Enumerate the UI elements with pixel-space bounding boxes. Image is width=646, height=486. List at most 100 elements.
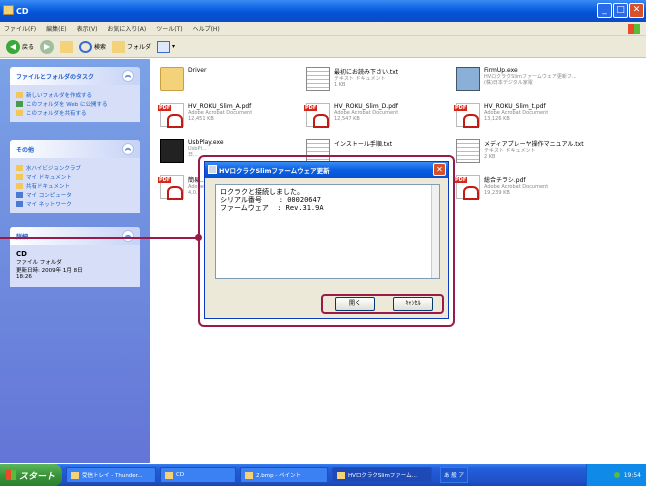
- task-new-folder[interactable]: 新しいフォルダを作成する: [16, 90, 134, 99]
- file-item[interactable]: Driver: [160, 67, 310, 91]
- message-line: シリアル番号 : 00020647: [220, 196, 321, 204]
- web-publish-icon: [16, 100, 23, 107]
- taskbar-item[interactable]: 受信トレイ - Thunder...: [66, 467, 156, 483]
- text-file-icon: [456, 139, 480, 163]
- taskbar: スタート 受信トレイ - Thunder... CD 2.bmp - ペイント …: [0, 464, 646, 486]
- open-button[interactable]: 開く: [335, 297, 375, 311]
- app-icon: [208, 165, 217, 174]
- tray-status-icon[interactable]: [613, 472, 620, 478]
- share-folder-icon: [16, 109, 23, 116]
- pdf-icon: [158, 175, 184, 200]
- windows-flag-icon: [6, 470, 16, 480]
- maximize-button[interactable]: □: [613, 3, 628, 18]
- pointer-line: [0, 237, 199, 239]
- paint-icon: [245, 471, 253, 479]
- dialog-close-button[interactable]: ✕: [433, 163, 446, 176]
- dialog-title-bar: HVロクラクSlimファームウェア更新 ✕: [205, 162, 448, 178]
- folders-icon: [112, 40, 126, 53]
- menu-file[interactable]: ファイル(F): [4, 24, 36, 33]
- network-icon: [16, 200, 23, 207]
- search-icon: [79, 40, 93, 53]
- dialog-message-box[interactable]: ロクラクと接続しました。 シリアル番号 : 00020647 ファームウェア :…: [215, 184, 440, 279]
- title-bar: CD _ □ ✕: [0, 0, 646, 22]
- detail-time: 18:26: [16, 274, 32, 280]
- place-my-network[interactable]: マイ ネットワーク: [16, 199, 134, 208]
- up-button[interactable]: [60, 40, 74, 53]
- forward-button[interactable]: ▶: [40, 39, 55, 54]
- firmware-update-dialog: HVロクラクSlimファームウェア更新 ✕ ロクラクと接続しました。 シリアル番…: [204, 161, 449, 319]
- place-shared-documents[interactable]: 共有ドキュメント: [16, 181, 134, 190]
- toolbar: ◀ 戻る ▶ 検索 フォルダ ▾: [0, 36, 646, 58]
- menu-tools[interactable]: ツール(T): [156, 24, 182, 33]
- shared-documents-icon: [16, 182, 23, 189]
- app-icon: [337, 471, 345, 479]
- other-places-header[interactable]: その他 ︽: [10, 140, 140, 158]
- start-button[interactable]: スタート: [0, 464, 62, 486]
- window-title: CD: [16, 6, 29, 16]
- file-tasks-header[interactable]: ファイルとフォルダのタスク ︽: [10, 67, 140, 85]
- minimize-button[interactable]: _: [597, 3, 612, 18]
- file-item[interactable]: 最初にお読み下さい.txt テキスト ドキュメント 1 KB: [306, 67, 456, 91]
- search-label: 検索: [94, 44, 107, 51]
- details-header[interactable]: 詳細 ︽: [10, 227, 140, 245]
- application-icon: [456, 67, 480, 91]
- views-icon: [157, 40, 171, 53]
- taskbar-item-active[interactable]: HVロクラクSlimファーム...: [332, 467, 432, 483]
- dialog-title: HVロクラクSlimファームウェア更新: [219, 167, 330, 175]
- back-label: 戻る: [22, 44, 35, 51]
- folders-label: フォルダ: [127, 44, 152, 51]
- dialog-scrollbar[interactable]: [431, 185, 439, 278]
- cancel-button[interactable]: ｷｬﾝｾﾙ: [393, 297, 433, 311]
- taskbar-item[interactable]: 2.bmp - ペイント: [240, 467, 328, 483]
- taskbar-item[interactable]: CD: [160, 467, 236, 483]
- pointer-dot: [195, 234, 202, 241]
- file-item[interactable]: 総合チラシ.pdfAdobe Acrobat Document19,239 KB: [454, 175, 606, 200]
- message-line: ロクラクと接続しました。: [220, 188, 304, 196]
- collapse-icon[interactable]: ︽: [122, 70, 134, 82]
- pdf-icon: [158, 103, 184, 128]
- forward-arrow-icon: ▶: [40, 39, 55, 54]
- task-pane: ファイルとフォルダのタスク ︽ 新しいフォルダを作成する このフォルダを Web…: [0, 59, 150, 463]
- clock[interactable]: 19:54: [624, 472, 641, 479]
- menu-bar: ファイル(F) 編集(E) 表示(V) お気に入り(A) ツール(T) ヘルプ(…: [0, 22, 646, 36]
- windows-logo-icon: [628, 24, 640, 34]
- file-item[interactable]: メディアプレーヤ操作マニュアル.txt テキスト ドキュメント 2 KB: [456, 139, 606, 163]
- computer-icon: [16, 191, 23, 198]
- pdf-icon: [454, 175, 480, 200]
- views-button[interactable]: ▾: [157, 40, 175, 53]
- folders-button[interactable]: フォルダ: [112, 40, 152, 53]
- place-item[interactable]: 水ハイビジョンクラブ: [16, 163, 134, 172]
- menu-view[interactable]: 表示(V): [77, 24, 98, 33]
- search-button[interactable]: 検索: [79, 40, 107, 53]
- back-arrow-icon: ◀: [6, 39, 20, 54]
- folder-icon: [160, 67, 184, 91]
- menu-favorites[interactable]: お気に入り(A): [107, 24, 146, 33]
- back-button[interactable]: ◀ 戻る: [6, 39, 35, 54]
- folder-icon: [165, 471, 173, 479]
- text-file-icon: [306, 67, 330, 91]
- detail-name: CD: [16, 250, 27, 258]
- detail-type: ファイル フォルダ: [16, 260, 62, 266]
- place-my-documents[interactable]: マイ ドキュメント: [16, 172, 134, 181]
- menu-help[interactable]: ヘルプ(H): [193, 24, 220, 33]
- file-tasks-panel: ファイルとフォルダのタスク ︽ 新しいフォルダを作成する このフォルダを Web…: [10, 67, 140, 122]
- file-item[interactable]: FirmUp.exe HVロクラクSlimファームウェア更新フ... (株)日本デジ…: [456, 67, 606, 91]
- collapse-icon[interactable]: ︽: [122, 143, 134, 155]
- task-share-folder[interactable]: このフォルダを共有する: [16, 108, 134, 117]
- pdf-icon: [304, 103, 330, 128]
- task-publish-web[interactable]: このフォルダを Web に公開する: [16, 99, 134, 108]
- close-button[interactable]: ✕: [629, 3, 644, 18]
- place-my-computer[interactable]: マイ コンピュータ: [16, 190, 134, 199]
- detail-modified: 更新日時: 2009年 1月 8日: [16, 268, 83, 274]
- new-folder-icon: [16, 91, 23, 98]
- collapse-icon[interactable]: ︽: [122, 230, 134, 242]
- menu-edit[interactable]: 編集(E): [46, 24, 66, 33]
- file-item[interactable]: HV_ROKU_Slim_A.pdfAdobe Acrobat Document…: [158, 103, 310, 128]
- file-item[interactable]: HV_ROKU_Slim_D.pdfAdobe Acrobat Document…: [304, 103, 456, 128]
- movie-icon: [160, 139, 184, 163]
- message-line: ファームウェア : Rev.31.9A: [220, 204, 324, 212]
- file-item[interactable]: HV_ROKU_Slim_t.pdfAdobe Acrobat Document…: [454, 103, 606, 128]
- language-bar[interactable]: あ 般 ア: [440, 467, 468, 483]
- pdf-icon: [454, 103, 480, 128]
- documents-icon: [16, 173, 23, 180]
